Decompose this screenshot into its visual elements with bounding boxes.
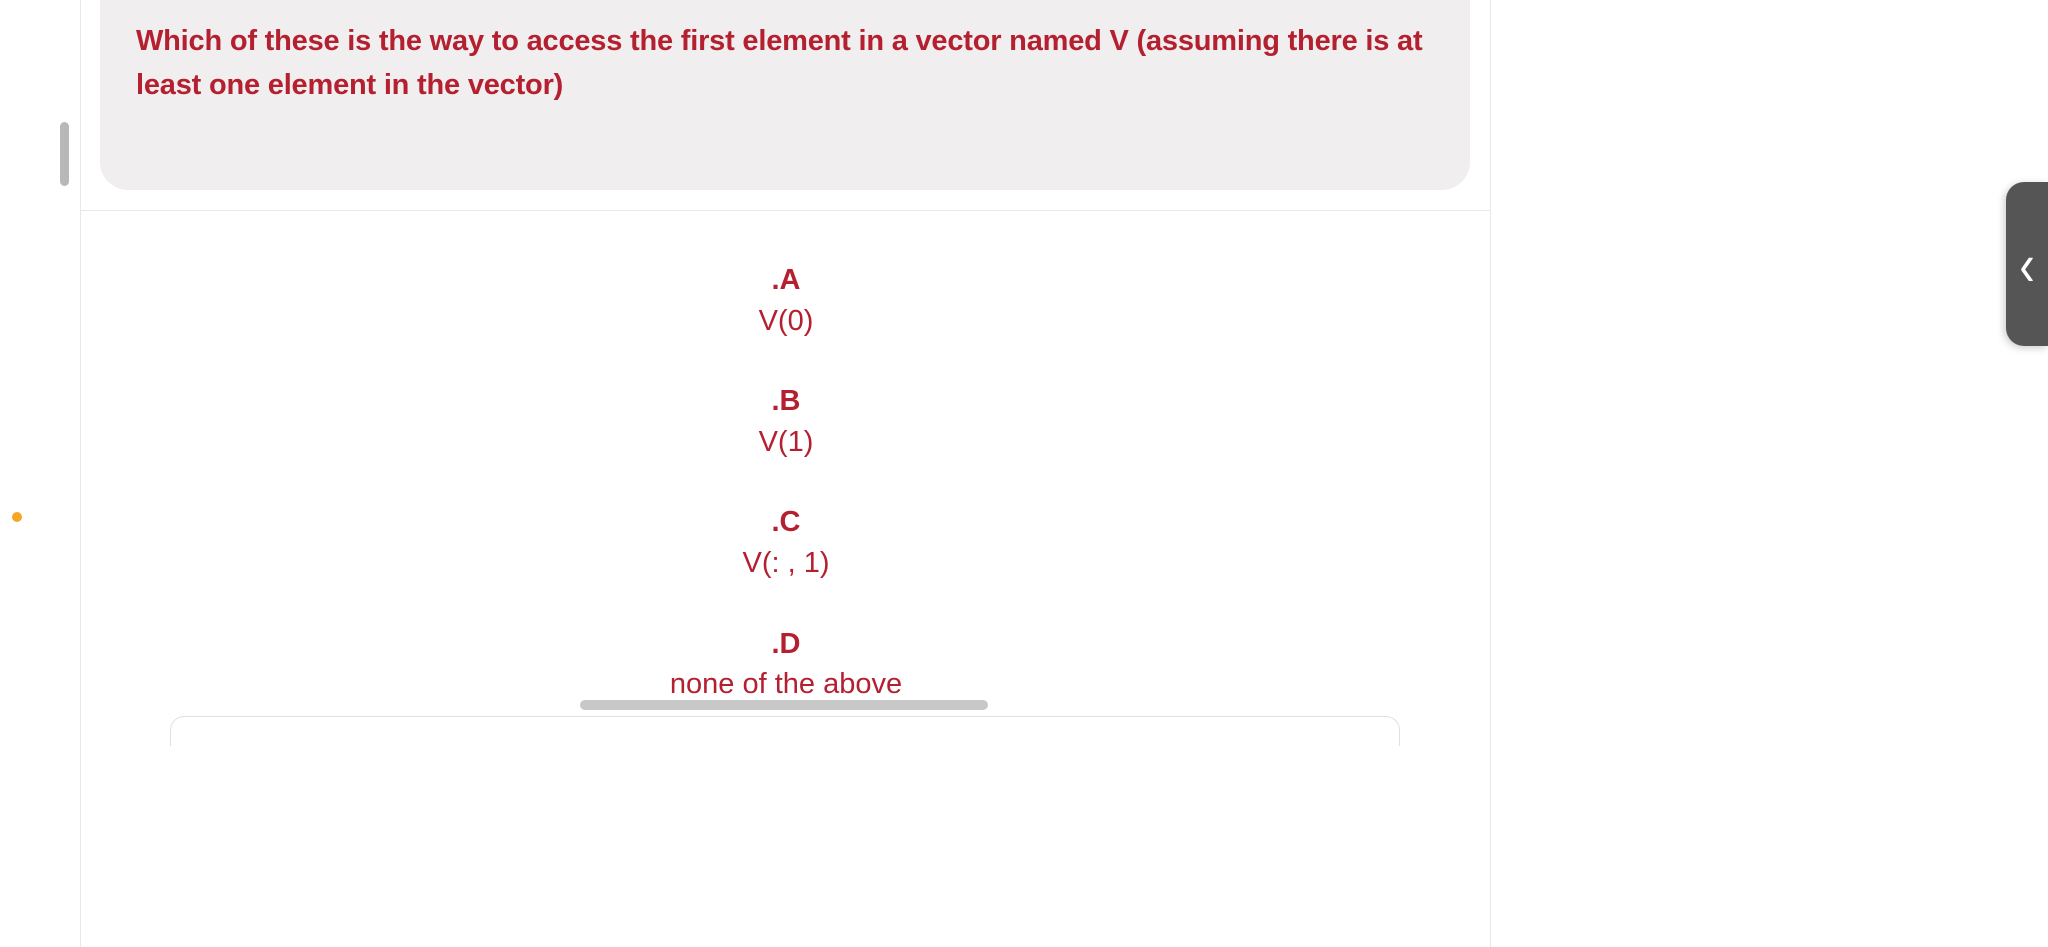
answer-label-b: .B (759, 381, 814, 422)
answer-label-d: .D (670, 624, 902, 665)
answer-input-box[interactable] (170, 716, 1400, 746)
answer-text-a: V(0) (759, 301, 814, 342)
vertical-scrollbar[interactable] (60, 122, 69, 186)
chevron-left-icon: ‹ (2019, 234, 2034, 294)
answer-label-c: .C (742, 502, 829, 543)
answer-label-a: .A (759, 260, 814, 301)
answer-text-d: none of the above (670, 664, 902, 705)
answers-container: .A V(0) .B V(1) .C V(: , 1) .D none of t… (81, 260, 1491, 705)
question-card: Which of these is the way to access the … (100, 0, 1470, 190)
expand-panel-tab[interactable]: ‹ (2006, 182, 2048, 346)
answer-option-a[interactable]: .A V(0) (759, 260, 814, 341)
answer-text-b: V(1) (759, 422, 814, 463)
answer-text-c: V(: , 1) (742, 543, 829, 584)
answer-option-c[interactable]: .C V(: , 1) (742, 502, 829, 583)
answer-option-d[interactable]: .D none of the above (670, 624, 902, 705)
section-divider (81, 210, 1491, 211)
answer-option-b[interactable]: .B V(1) (759, 381, 814, 462)
status-dot (12, 512, 22, 522)
horizontal-scrollbar[interactable] (580, 700, 988, 710)
right-divider (1490, 0, 1491, 947)
question-text: Which of these is the way to access the … (136, 20, 1434, 107)
